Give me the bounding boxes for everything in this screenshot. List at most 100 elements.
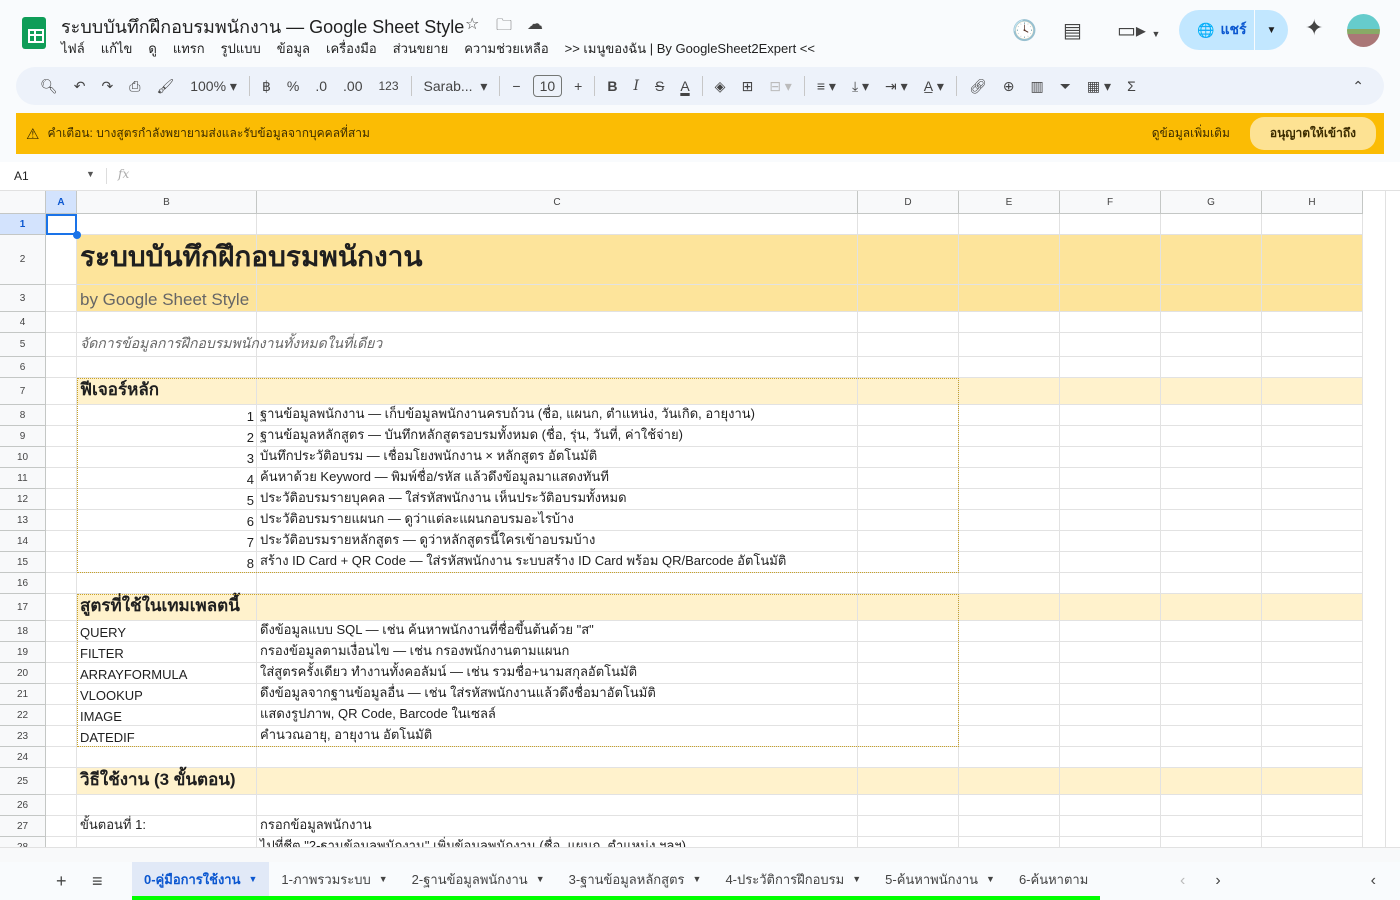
cell[interactable]	[959, 795, 1060, 816]
cell[interactable]	[1060, 795, 1161, 816]
sheet-tab[interactable]: 5-ค้นหาพนักงาน▼	[873, 862, 1007, 900]
redo-icon[interactable]: ↷	[94, 78, 122, 95]
spreadsheet-grid[interactable]: ABCDEFGH12345678910111213141516171819202…	[0, 191, 1385, 847]
row-header[interactable]: 18	[0, 621, 46, 642]
cell[interactable]	[858, 312, 959, 333]
menu-item[interactable]: แก้ไข	[101, 38, 133, 59]
text-color-icon[interactable]: A	[672, 78, 697, 94]
cell[interactable]	[858, 357, 959, 378]
cell[interactable]	[46, 333, 77, 357]
menu-item[interactable]: ดู	[148, 38, 156, 59]
cell[interactable]	[257, 357, 858, 378]
cell[interactable]	[46, 747, 77, 768]
cell[interactable]	[77, 837, 257, 847]
name-box-dropdown-icon[interactable]: ▼	[86, 169, 95, 179]
row-header[interactable]: 7	[0, 378, 46, 405]
search-menus-icon[interactable]: 🔍︎	[32, 78, 66, 95]
gemini-icon[interactable]: ✦	[1305, 15, 1323, 41]
cell[interactable]	[1060, 214, 1161, 235]
text-wrap-icon[interactable]: ⇥ ▾	[877, 78, 916, 95]
fill-handle[interactable]	[73, 231, 81, 239]
cell[interactable]	[77, 795, 257, 816]
cell[interactable]	[959, 214, 1060, 235]
chevron-down-icon[interactable]: ▼	[379, 874, 388, 884]
row-header[interactable]: 25	[0, 768, 46, 795]
row-header[interactable]: 27	[0, 816, 46, 837]
cell[interactable]	[46, 489, 77, 510]
scroll-tabs-right-icon[interactable]: ›	[1215, 872, 1220, 890]
filter-views-icon[interactable]: ▦ ▾	[1079, 78, 1119, 95]
row-header[interactable]: 22	[0, 705, 46, 726]
row-header[interactable]: 20	[0, 663, 46, 684]
fill-color-icon[interactable]: ◈	[707, 78, 734, 95]
cell[interactable]	[1262, 747, 1363, 768]
row-header[interactable]: 1	[0, 214, 46, 235]
cell[interactable]	[46, 426, 77, 447]
cell[interactable]	[46, 795, 77, 816]
cell[interactable]	[46, 663, 77, 684]
merge-cells-icon[interactable]: ⊟ ▾	[761, 78, 800, 95]
chevron-down-icon[interactable]: ▼	[693, 874, 702, 884]
cell[interactable]	[46, 405, 77, 426]
cell[interactable]	[959, 573, 1060, 594]
cell[interactable]	[77, 747, 257, 768]
cell[interactable]	[46, 235, 77, 285]
cell[interactable]	[46, 531, 77, 552]
strikethrough-icon[interactable]: S	[647, 78, 672, 94]
menu-item[interactable]: รูปแบบ	[221, 38, 261, 59]
learn-more-link[interactable]: ดูข้อมูลเพิ่มเติม	[1152, 124, 1230, 143]
cell[interactable]	[77, 214, 257, 235]
cell[interactable]	[46, 642, 77, 663]
currency-format-button[interactable]: ฿	[254, 78, 279, 95]
cell[interactable]	[257, 573, 858, 594]
share-dropdown[interactable]: ▼	[1255, 25, 1288, 36]
comments-icon[interactable]: ▤	[1063, 18, 1082, 43]
menu-item[interactable]: ข้อมูล	[277, 38, 310, 59]
cell[interactable]	[46, 468, 77, 489]
row-header[interactable]: 2	[0, 235, 46, 285]
cell[interactable]	[46, 621, 77, 642]
italic-icon[interactable]: I	[625, 78, 647, 94]
move-folder-icon[interactable]: 🗀	[496, 14, 512, 41]
row-header[interactable]: 10	[0, 447, 46, 468]
cell[interactable]	[46, 594, 77, 621]
document-title[interactable]: ระบบบันทึกฝึกอบรมพนักงาน — Google Sheet …	[61, 12, 464, 41]
cell[interactable]	[257, 312, 858, 333]
more-formats-button[interactable]: 123	[371, 79, 407, 93]
chevron-down-icon[interactable]: ▼	[986, 874, 995, 884]
chevron-down-icon[interactable]: ▼	[536, 874, 545, 884]
star-icon[interactable]: ☆	[465, 14, 479, 34]
font-select[interactable]: Sarab... ▾	[416, 78, 496, 95]
increase-font-size-button[interactable]: +	[566, 78, 590, 94]
cell[interactable]	[46, 357, 77, 378]
row-header[interactable]: 13	[0, 510, 46, 531]
cell[interactable]	[1161, 357, 1262, 378]
cell[interactable]	[1161, 747, 1262, 768]
paint-format-icon[interactable]: 🖌︎	[148, 78, 182, 95]
cell[interactable]	[46, 285, 77, 312]
column-header[interactable]: G	[1161, 191, 1262, 214]
row-header[interactable]: 14	[0, 531, 46, 552]
increase-decimal-button[interactable]: .00	[335, 78, 370, 94]
column-header[interactable]: A	[46, 191, 77, 214]
cell[interactable]	[46, 837, 77, 847]
zoom-select[interactable]: 100% ▾	[182, 78, 245, 95]
insert-link-icon[interactable]: 🔗︎	[961, 78, 995, 95]
row-header[interactable]: 28	[0, 837, 46, 847]
chevron-down-icon[interactable]: ▼	[249, 874, 258, 884]
column-header[interactable]: D	[858, 191, 959, 214]
text-rotation-icon[interactable]: A̲ ▾	[916, 78, 952, 95]
cell[interactable]	[46, 726, 77, 747]
borders-icon[interactable]: ⊞	[733, 78, 761, 95]
percent-format-button[interactable]: %	[279, 78, 307, 94]
row-header[interactable]: 26	[0, 795, 46, 816]
column-header[interactable]: F	[1060, 191, 1161, 214]
row-header[interactable]: 9	[0, 426, 46, 447]
cell[interactable]	[1262, 795, 1363, 816]
sheet-tab[interactable]: 1-ภาพรวมระบบ▼	[269, 862, 399, 900]
cell[interactable]	[46, 312, 77, 333]
cell[interactable]	[46, 510, 77, 531]
allow-access-button[interactable]: อนุญาตให้เข้าถึง	[1250, 117, 1376, 150]
column-header[interactable]: C	[257, 191, 858, 214]
version-history-icon[interactable]: 🕓	[1012, 18, 1037, 43]
